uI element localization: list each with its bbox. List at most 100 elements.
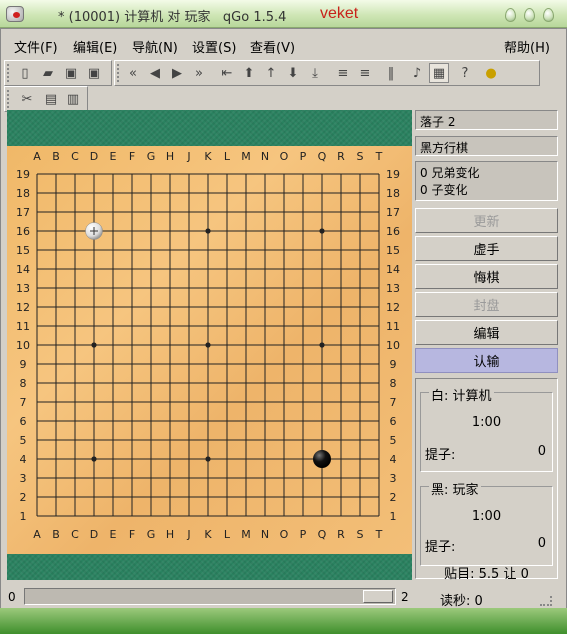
- column-label: T: [375, 528, 383, 541]
- menu-settings[interactable]: 设置(S): [192, 37, 236, 56]
- row-label: 3: [20, 472, 27, 485]
- paste-icon[interactable]: ▥: [63, 89, 83, 109]
- black-player-title: 黑: 玩家: [429, 479, 481, 498]
- column-label: K: [204, 528, 212, 541]
- desktop-background: [0, 608, 567, 634]
- open-folder-icon[interactable]: ▰: [38, 63, 58, 83]
- white-time: 1:00: [471, 415, 502, 430]
- row-label: 4: [20, 453, 27, 466]
- column-label: G: [147, 528, 156, 541]
- column-label: M: [241, 528, 251, 541]
- first-move-icon[interactable]: «: [123, 63, 143, 83]
- star-point: [91, 342, 97, 348]
- update-button[interactable]: 更新: [415, 208, 558, 233]
- star-point: [205, 342, 211, 348]
- white-player-box: 白: 计算机 1:00 提子: 0: [420, 385, 553, 472]
- app-icon[interactable]: [6, 6, 24, 22]
- board-area: AABBCCDDEEFFGGHHJJKKLLMMNNOOPPQQRRSSTT11…: [7, 110, 412, 580]
- row-label: 18: [16, 187, 30, 200]
- menu-edit[interactable]: 编辑(E): [73, 37, 117, 56]
- board-grid[interactable]: AABBCCDDEEFFGGHHJJKKLLMMNNOOPPQQRRSSTT1 1…: [7, 146, 412, 554]
- move-slider-track[interactable]: [24, 588, 396, 605]
- column-label: P: [300, 150, 307, 163]
- main-branch-icon[interactable]: ↑: [261, 63, 281, 83]
- row-label: 13: [16, 282, 30, 295]
- column-label: H: [166, 150, 174, 163]
- row-label: 18: [386, 187, 400, 200]
- row-label: 11: [16, 320, 30, 333]
- new-document-icon[interactable]: ▯: [15, 63, 35, 83]
- star-point: [91, 456, 97, 462]
- column-label: F: [129, 150, 135, 163]
- row-label: 5: [20, 434, 27, 447]
- white-player-title: 白: 计算机: [429, 385, 494, 404]
- turn-indicator: 黑方行棋: [415, 136, 558, 156]
- star-point: [205, 228, 211, 234]
- row-label: 4: [390, 453, 397, 466]
- save-as-icon[interactable]: ▣: [84, 63, 104, 83]
- column-label: S: [357, 528, 364, 541]
- row-label: 6: [20, 415, 27, 428]
- column-label: T: [375, 150, 383, 163]
- hint-icon[interactable]: ●: [481, 63, 501, 83]
- star-point: [319, 342, 325, 348]
- column-label: G: [147, 150, 156, 163]
- go-board[interactable]: AABBCCDDEEFFGGHHJJKKLLMMNNOOPPQQRRSSTT11…: [7, 146, 412, 554]
- sound-icon[interactable]: ♪: [407, 63, 427, 83]
- cut-icon[interactable]: ✂: [17, 89, 37, 109]
- edit-button[interactable]: 编辑: [415, 320, 558, 345]
- next-move-icon[interactable]: ▶: [167, 63, 187, 83]
- column-label: C: [71, 150, 79, 163]
- down-icon[interactable]: ⬇: [283, 63, 303, 83]
- move-slider-handle[interactable]: [363, 590, 393, 603]
- variation-info: 0 兄弟变化 0 子变化: [415, 161, 558, 201]
- undo-button[interactable]: 悔棋: [415, 264, 558, 289]
- up-icon[interactable]: ⬆: [239, 63, 259, 83]
- column-label: D: [90, 150, 98, 163]
- pause-icon[interactable]: ‖: [381, 63, 401, 83]
- menu-file[interactable]: 文件(F): [14, 37, 58, 56]
- save-icon[interactable]: ▣: [61, 63, 81, 83]
- row-label: 5: [390, 434, 397, 447]
- column-label: R: [337, 150, 345, 163]
- next-comment-icon[interactable]: ≡: [355, 63, 375, 83]
- last-move-icon[interactable]: »: [189, 63, 209, 83]
- menu-help[interactable]: 帮助(H): [504, 37, 550, 56]
- close-icon[interactable]: [543, 8, 554, 22]
- copy-icon[interactable]: ▤: [41, 89, 61, 109]
- column-label: L: [224, 528, 231, 541]
- white-captures-label: 提子:: [425, 448, 456, 463]
- title-bar: * (10001) 计算机 对 玩家 qGo 1.5.4 veket: [0, 0, 567, 28]
- coordinates-icon[interactable]: ▦: [429, 63, 449, 83]
- pass-button[interactable]: 虚手: [415, 236, 558, 261]
- resize-grip-icon[interactable]: [540, 596, 552, 606]
- next-variation-icon[interactable]: ⤓: [305, 63, 325, 83]
- komi-handicap: 贴目: 5.5 让 0: [444, 567, 529, 582]
- adjourn-button[interactable]: 封盘: [415, 292, 558, 317]
- black-captures-label: 提子:: [425, 540, 456, 555]
- move-number: 落子 2: [415, 110, 558, 130]
- resign-button[interactable]: 认输: [415, 348, 558, 373]
- row-label: 9: [20, 358, 27, 371]
- row-label: 17: [16, 206, 30, 219]
- help-icon[interactable]: ?: [455, 63, 475, 83]
- column-label: E: [110, 150, 117, 163]
- star-point: [319, 228, 325, 234]
- column-label: O: [280, 528, 289, 541]
- row-label: 8: [390, 377, 397, 390]
- menu-view[interactable]: 查看(V): [250, 37, 295, 56]
- column-label: J: [186, 150, 190, 163]
- side-panel: 落子 2 黑方行棋 0 兄弟变化 0 子变化 更新 虚手 悔棋 封盘 编辑 认输…: [414, 110, 559, 580]
- menu-navigate[interactable]: 导航(N): [132, 37, 178, 56]
- row-label: 6: [390, 415, 397, 428]
- row-label: 14: [16, 263, 30, 276]
- row-label: 17: [386, 206, 400, 219]
- column-label: N: [261, 528, 269, 541]
- previous-variation-icon[interactable]: ⇤: [217, 63, 237, 83]
- previous-move-icon[interactable]: ◀: [145, 63, 165, 83]
- maximize-icon[interactable]: [524, 8, 535, 22]
- previous-comment-icon[interactable]: ≡: [333, 63, 353, 83]
- row-label: 16: [16, 225, 30, 238]
- star-point: [205, 456, 211, 462]
- minimize-icon[interactable]: [505, 8, 516, 22]
